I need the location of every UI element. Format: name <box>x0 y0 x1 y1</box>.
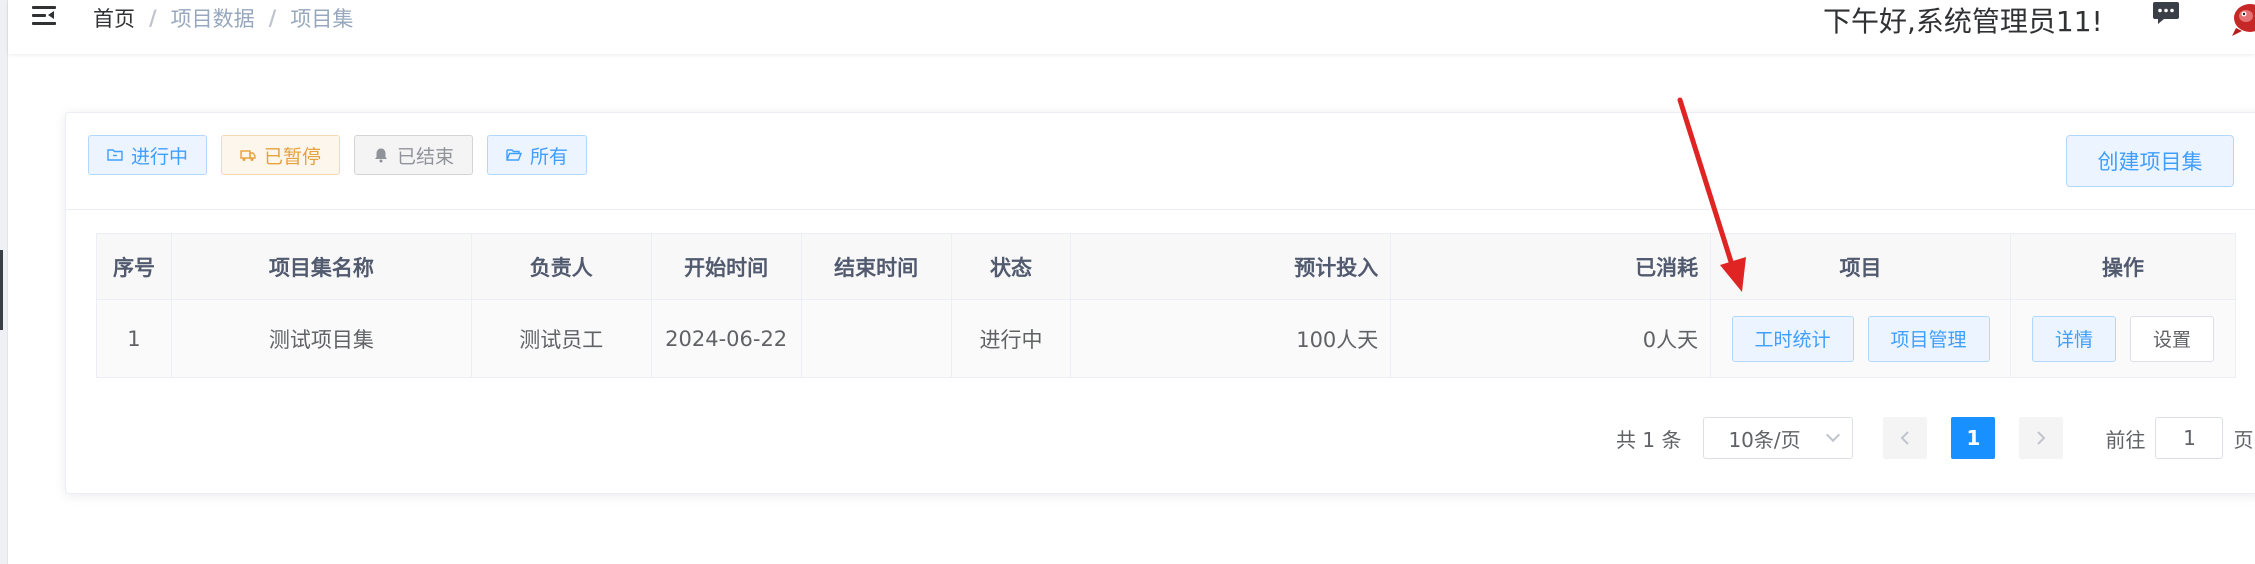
prev-page-button[interactable] <box>1883 417 1928 459</box>
chevron-right-icon <box>2037 431 2046 445</box>
settings-button[interactable]: 设置 <box>2129 315 2214 362</box>
column-header: 序号 <box>96 233 172 300</box>
goto-page: 前往 页 <box>2105 417 2253 459</box>
pagination: 共 1 条 10条/页 1 前往 页 <box>1616 417 2253 459</box>
column-header: 操作 <box>2009 233 2237 300</box>
column-header: 预计投入 <box>1070 233 1392 300</box>
column-header: 项目 <box>1710 233 2011 300</box>
breadcrumb-current: 项目集 <box>290 7 354 31</box>
column-header: 状态 <box>950 233 1072 300</box>
top-header: 首页 / 项目数据 / 项目集 下午好,系统管理员11! <box>8 0 2255 54</box>
cell-owner: 测试员工 <box>470 299 652 378</box>
cell-start-time: 2024-06-22 <box>650 299 802 378</box>
breadcrumb-separator: / <box>268 6 277 30</box>
breadcrumb-home[interactable]: 首页 <box>93 3 135 33</box>
menu-toggle-icon[interactable] <box>30 2 58 30</box>
breadcrumb-separator: / <box>149 6 157 30</box>
card-divider <box>66 209 2255 210</box>
next-page-button[interactable] <box>2019 417 2064 459</box>
column-header: 开始时间 <box>650 233 802 300</box>
work-hours-stats-button[interactable]: 工时统计 <box>1731 315 1854 362</box>
user-avatar[interactable] <box>2226 0 2255 40</box>
cell-actions: 详情 设置 <box>2009 299 2237 378</box>
greeting-text: 下午好,系统管理员11! <box>1823 5 2103 38</box>
folder-open-icon <box>506 149 523 161</box>
filter-label: 已暂停 <box>264 145 322 168</box>
project-set-table: 序号 项目集名称 负责人 开始时间 结束时间 状态 预计投入 已消耗 项目 操作… <box>96 233 2237 378</box>
table-row: 1 测试项目集 测试员工 2024-06-22 进行中 100人天 0人天 工时… <box>96 299 2237 378</box>
cell-status: 进行中 <box>950 299 1072 378</box>
filter-in-progress-button[interactable]: 进行中 <box>88 135 208 175</box>
filter-label: 进行中 <box>131 145 189 168</box>
cell-project-buttons: 工时统计 项目管理 <box>1710 299 2011 378</box>
breadcrumb: 首页 / 项目数据 / 项目集 <box>93 3 353 33</box>
bell-icon <box>375 148 388 163</box>
goto-page-input[interactable] <box>2155 417 2224 459</box>
project-management-button[interactable]: 项目管理 <box>1867 315 1990 362</box>
cell-index: 1 <box>96 299 172 378</box>
status-filter-bar: 进行中 已暂停 已结束 所有 <box>88 135 588 175</box>
message-icon[interactable] <box>2152 0 2180 26</box>
create-project-set-button[interactable]: 创建项目集 <box>2066 135 2234 187</box>
column-header: 已消耗 <box>1390 233 1712 300</box>
pagination-total: 共 1 条 <box>1616 427 1682 452</box>
filter-label: 已结束 <box>397 145 455 168</box>
goto-label: 前往 <box>2105 427 2146 452</box>
filter-ended-button[interactable]: 已结束 <box>354 135 474 175</box>
filter-label: 所有 <box>530 145 569 168</box>
chevron-down-icon <box>1826 427 1841 443</box>
column-header: 负责人 <box>470 233 652 300</box>
goto-suffix: 页 <box>2233 427 2254 452</box>
cell-end-time <box>800 299 952 378</box>
page-number-current[interactable]: 1 <box>1951 417 1996 459</box>
chevron-left-icon <box>1901 431 1910 445</box>
cell-consumed: 0人天 <box>1390 299 1712 378</box>
left-edge-strip <box>0 0 8 564</box>
filter-all-button[interactable]: 所有 <box>487 135 588 175</box>
page-size-select[interactable]: 10条/页 <box>1703 417 1854 459</box>
folder-icon <box>107 149 123 161</box>
project-set-card: 进行中 已暂停 已结束 所有 创建项目集 序号 项目集名称 负责人 开始时间 结… <box>65 112 2255 494</box>
table-header-row: 序号 项目集名称 负责人 开始时间 结束时间 状态 预计投入 已消耗 项目 操作 <box>96 233 2237 300</box>
cell-planned: 100人天 <box>1070 299 1392 378</box>
left-edge-marker <box>0 250 3 330</box>
truck-icon <box>240 150 256 161</box>
column-header: 项目集名称 <box>170 233 472 300</box>
column-header: 结束时间 <box>800 233 952 300</box>
filter-paused-button[interactable]: 已暂停 <box>221 135 341 175</box>
cell-name: 测试项目集 <box>170 299 472 378</box>
breadcrumb-project-data[interactable]: 项目数据 <box>171 3 255 33</box>
page-size-value: 10条/页 <box>1728 427 1801 452</box>
details-button[interactable]: 详情 <box>2031 315 2116 362</box>
